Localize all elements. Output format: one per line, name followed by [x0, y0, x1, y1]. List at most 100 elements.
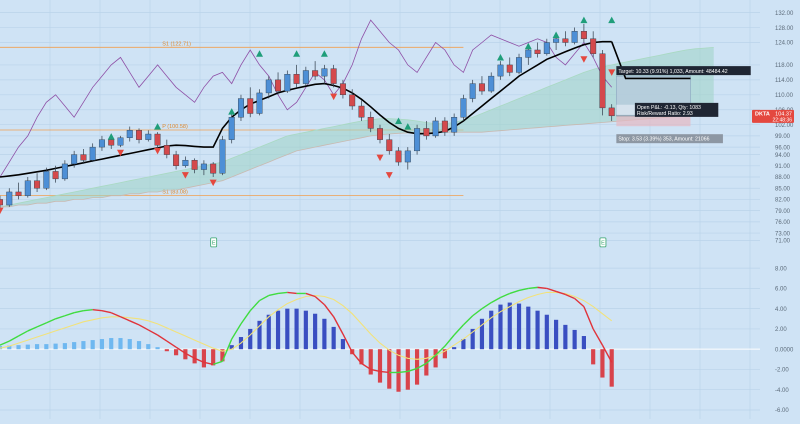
- macd-bar: [62, 343, 67, 350]
- candle-body: [497, 64, 504, 77]
- candle-body: [525, 49, 532, 58]
- trading-chart[interactable]: S1 (122.71)P (100.58)S1 (83.08) EEE Targ…: [0, 0, 800, 419]
- candle-body: [506, 64, 513, 73]
- candle-body: [562, 38, 569, 43]
- symbol-label: DKTA: [755, 111, 770, 117]
- macd-tick-label: 4.00: [775, 307, 787, 313]
- candle-body: [339, 83, 346, 96]
- macd-tick-label: 6.00: [775, 287, 787, 293]
- candle-body: [126, 130, 133, 138]
- candle-body: [534, 49, 541, 54]
- candle-body: [312, 70, 319, 77]
- candle-body: [200, 163, 207, 170]
- macd-bar: [313, 313, 318, 350]
- macd-bar: [25, 344, 30, 350]
- macd-bar: [405, 349, 410, 390]
- macd-bar: [554, 319, 559, 350]
- candle-body: [330, 68, 337, 84]
- candle-body: [284, 74, 291, 92]
- position-zones[interactable]: [616, 75, 691, 127]
- price-tick-label: 79.00: [775, 209, 791, 215]
- macd-bar: [81, 341, 86, 350]
- price-tick-label: 82.00: [775, 198, 791, 204]
- candle-body: [349, 94, 356, 107]
- price-tick-label: 76.00: [775, 220, 791, 226]
- candle-body: [61, 163, 68, 180]
- candle-body: [302, 70, 309, 84]
- candle-body: [488, 75, 495, 92]
- price-tick-label: 99.00: [775, 134, 791, 140]
- macd-bar: [174, 349, 179, 356]
- macd-bar: [331, 326, 336, 350]
- macd-bar: [16, 345, 21, 350]
- macd-bar: [211, 349, 216, 366]
- candle-countdown-label: 22:48:36: [773, 117, 793, 123]
- macd-bar: [53, 343, 58, 350]
- candle-body: [247, 98, 254, 114]
- price-tick-label: 128.00: [775, 26, 794, 32]
- candle-body: [608, 107, 615, 117]
- macd-bar: [285, 308, 290, 350]
- macd-bar: [452, 347, 457, 350]
- macd-bar: [136, 341, 142, 350]
- candle-body: [377, 128, 383, 140]
- macd-bar: [535, 310, 540, 350]
- macd-bar: [44, 344, 49, 350]
- macd-bar: [368, 349, 373, 375]
- macd-bar: [34, 344, 40, 350]
- candle-body: [460, 98, 467, 118]
- earnings-tag-label: E: [601, 240, 605, 246]
- price-tick-label: 71.00: [775, 239, 791, 245]
- macd-bar: [303, 310, 308, 350]
- candle-body: [108, 139, 115, 146]
- candle-body: [219, 139, 226, 174]
- candle-body: [414, 128, 421, 152]
- macd-bar: [72, 342, 77, 350]
- candle-body: [163, 145, 170, 155]
- price-tick-label: 91.00: [775, 164, 791, 170]
- candle-body: [275, 79, 282, 92]
- macd-bar: [591, 349, 596, 365]
- price-tick-label: 94.00: [775, 153, 791, 159]
- stop-zone[interactable]: [616, 115, 691, 127]
- macd-tick-label: 2.00: [775, 327, 787, 333]
- candle-body: [173, 154, 180, 166]
- macd-bar: [563, 324, 568, 350]
- macd-bar: [164, 349, 169, 352]
- candle-body: [15, 191, 22, 196]
- macd-bar: [275, 310, 281, 350]
- candle-body: [0, 199, 3, 206]
- macd-bar: [127, 339, 132, 350]
- earnings-tag-label: E: [212, 240, 216, 246]
- price-tick-label: 114.00: [775, 78, 794, 84]
- macd-bar: [109, 338, 114, 350]
- pivot-level-label: P (100.58): [162, 124, 188, 130]
- candle-body: [321, 68, 328, 77]
- candle-body: [553, 38, 560, 43]
- candle-body: [580, 31, 587, 39]
- macd-bar: [581, 336, 586, 350]
- macd-bar: [340, 339, 346, 350]
- candle-body: [71, 154, 78, 165]
- price-tick-label: 85.00: [775, 186, 791, 192]
- candle-body: [24, 180, 31, 196]
- macd-tick-label: 0.0000: [775, 347, 794, 353]
- risk-reward-label: Risk/Reward Ratio: 2.93: [637, 111, 693, 117]
- macd-bar: [294, 308, 299, 350]
- candle-body: [516, 57, 523, 73]
- macd-bar: [526, 306, 531, 350]
- macd-bar: [118, 338, 123, 350]
- candle-body: [117, 137, 124, 146]
- candle-body: [237, 98, 244, 118]
- macd-bar: [609, 349, 614, 387]
- price-tick-label: 102.00: [775, 123, 794, 129]
- chart-canvas[interactable]: S1 (122.71)P (100.58)S1 (83.08) EEE Targ…: [0, 0, 800, 419]
- macd-tick-label: -6.00: [775, 408, 789, 414]
- macd-bar: [99, 339, 105, 350]
- macd-bar: [600, 349, 605, 378]
- candle-body: [358, 105, 365, 118]
- macd-bar: [192, 349, 197, 364]
- macd-tick-label: 8.00: [775, 266, 787, 272]
- candle-body: [441, 120, 448, 133]
- macd-bar: [572, 329, 577, 350]
